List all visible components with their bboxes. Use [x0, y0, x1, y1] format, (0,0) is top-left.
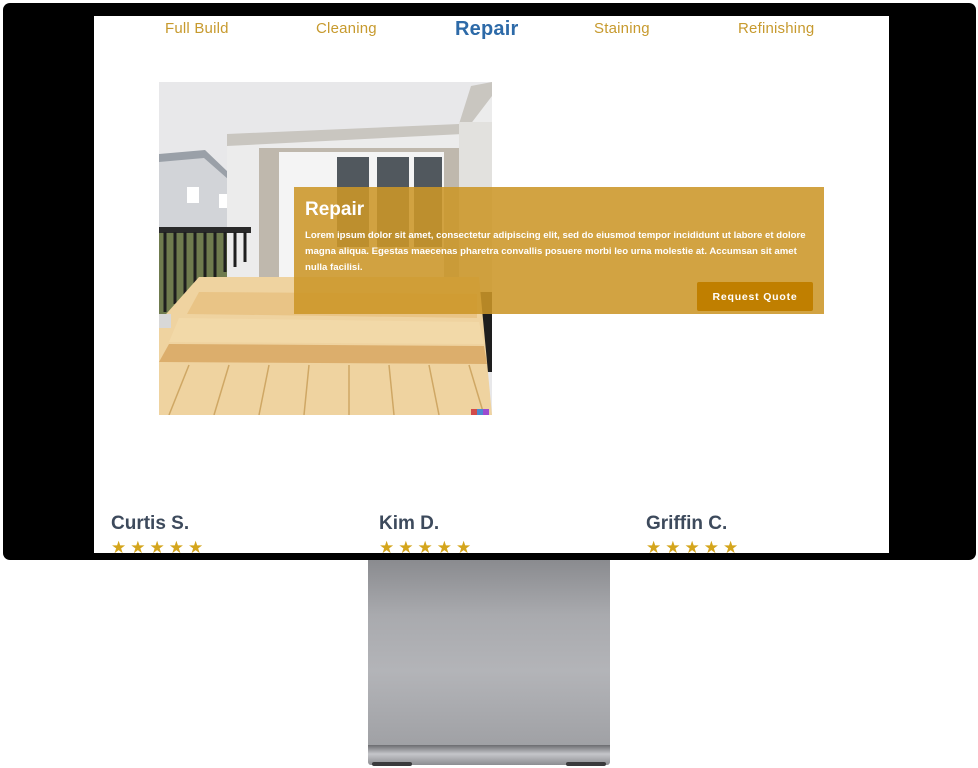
- service-nav: Full Build Cleaning Repair Staining Refi…: [94, 16, 889, 46]
- reviewer-name: Griffin C.: [646, 513, 728, 534]
- nav-full-build[interactable]: Full Build: [165, 20, 229, 37]
- service-title: Repair: [305, 199, 365, 220]
- star-rating: ★ ★ ★ ★ ★: [111, 538, 204, 553]
- star-icon: ★: [168, 538, 184, 553]
- star-rating: ★ ★ ★ ★ ★: [379, 538, 472, 553]
- star-icon: ★: [646, 538, 662, 553]
- reviewer-name: Kim D.: [379, 513, 440, 534]
- service-overlay-card: Repair Lorem ipsum dolor sit amet, conse…: [294, 187, 824, 314]
- service-description: Lorem ipsum dolor sit amet, consectetur …: [305, 230, 806, 273]
- star-icon: ★: [436, 538, 452, 553]
- review-card: Griffin C. ★ ★ ★ ★ ★: [646, 513, 738, 553]
- star-icon: ★: [111, 538, 127, 553]
- request-quote-button[interactable]: Request Quote: [697, 282, 813, 311]
- star-icon: ★: [417, 538, 433, 553]
- star-icon: ★: [684, 538, 700, 553]
- star-icon: ★: [188, 538, 204, 553]
- star-icon: ★: [130, 538, 146, 553]
- nav-staining[interactable]: Staining: [594, 20, 650, 37]
- review-card: Curtis S. ★ ★ ★ ★ ★: [111, 513, 203, 553]
- review-card: Kim D. ★ ★ ★ ★ ★: [379, 513, 471, 553]
- stand-foot: [566, 762, 606, 766]
- star-icon: ★: [703, 538, 719, 553]
- monitor-screen: Full Build Cleaning Repair Staining Refi…: [94, 16, 889, 553]
- star-rating: ★ ★ ★ ★ ★: [646, 538, 739, 553]
- star-icon: ★: [723, 538, 739, 553]
- nav-refinishing[interactable]: Refinishing: [738, 20, 814, 37]
- star-icon: ★: [456, 538, 472, 553]
- reviewer-name: Curtis S.: [111, 513, 190, 534]
- monitor-stand: [368, 560, 610, 745]
- nav-cleaning[interactable]: Cleaning: [316, 20, 377, 37]
- monitor-bezel: Full Build Cleaning Repair Staining Refi…: [3, 3, 976, 560]
- star-icon: ★: [379, 538, 395, 553]
- stand-foot: [372, 762, 412, 766]
- star-icon: ★: [398, 538, 414, 553]
- star-icon: ★: [665, 538, 681, 553]
- nav-repair[interactable]: Repair: [455, 18, 518, 41]
- star-icon: ★: [149, 538, 165, 553]
